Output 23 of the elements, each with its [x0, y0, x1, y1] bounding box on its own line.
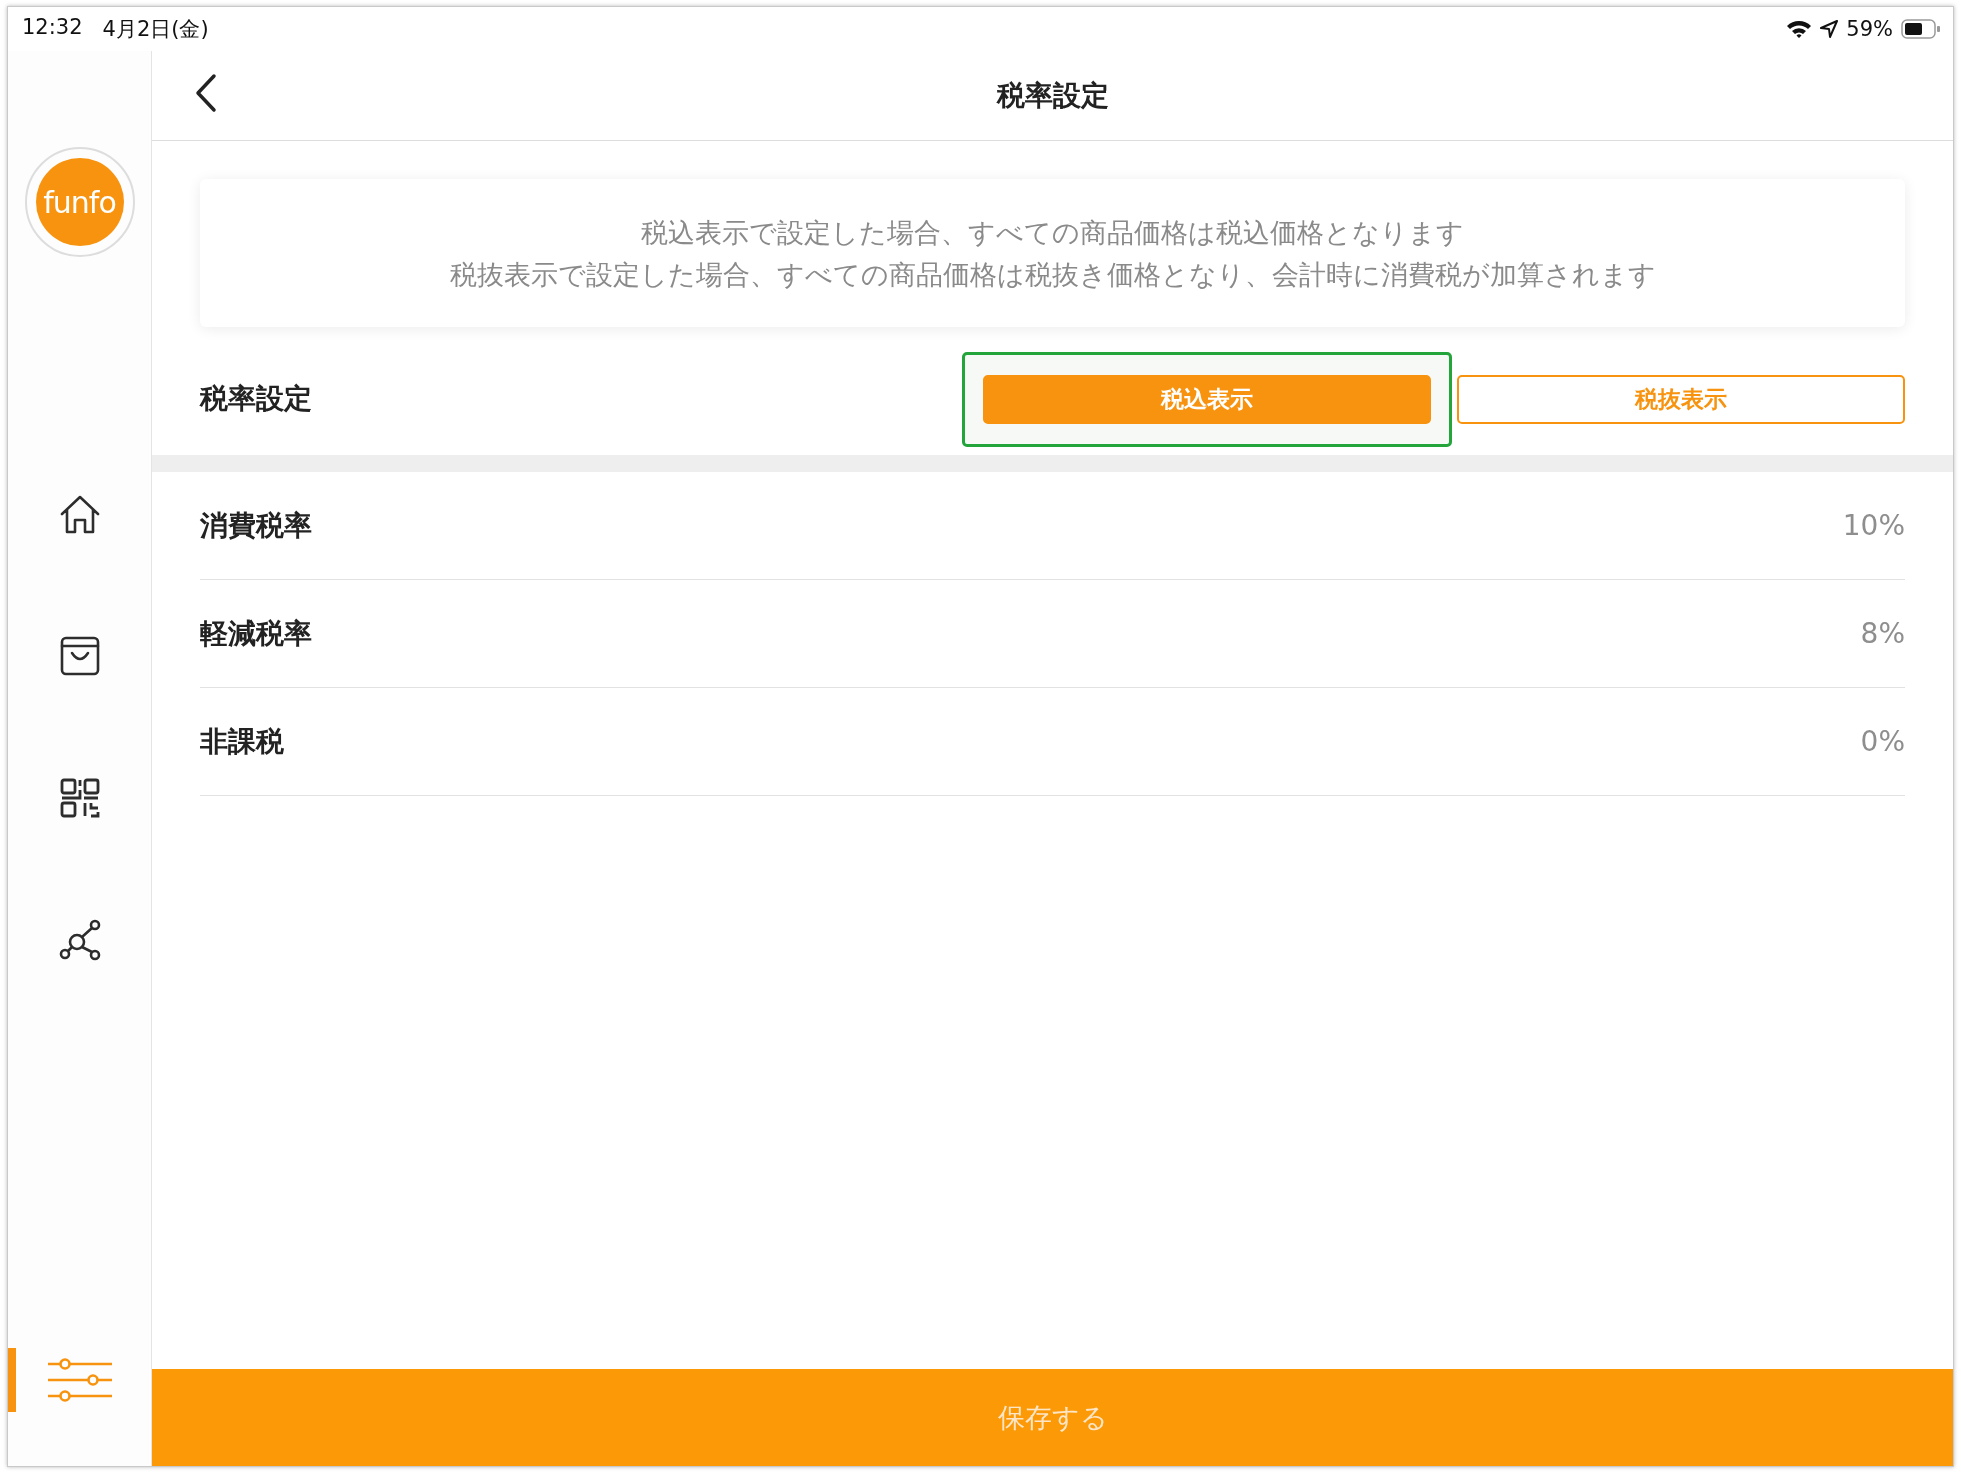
back-icon[interactable]	[194, 73, 218, 113]
rate-value: 0%	[1860, 725, 1905, 758]
save-button[interactable]: 保存する	[152, 1369, 1953, 1466]
status-date: 4月2日(金)	[102, 16, 209, 43]
battery-percentage: 59%	[1846, 17, 1893, 41]
notice-text: 税込表示で設定した場合、すべての商品価格は税込価格となります	[641, 216, 1464, 250]
location-arrow-icon	[1820, 20, 1839, 38]
rate-value: 10%	[1842, 509, 1905, 542]
battery-icon	[1901, 19, 1941, 39]
rate-name: 非課税	[200, 723, 284, 760]
page-title: 税率設定	[996, 77, 1109, 114]
sliders-icon[interactable]	[47, 1358, 112, 1402]
funfo-logo: funfo	[35, 158, 124, 246]
tax-display-option[interactable]: 税込表示	[983, 374, 1431, 424]
status-time: 12:32	[22, 15, 83, 41]
setting-label: 税率設定	[200, 381, 312, 417]
rate-name: 軽減税率	[200, 615, 312, 652]
rate-name: 消費税率	[200, 507, 312, 544]
tax-display-option[interactable]: 税抜表示	[1457, 374, 1905, 424]
rate-value: 8%	[1860, 617, 1905, 650]
network-nodes-icon[interactable]	[57, 918, 102, 962]
notice-text: 税抜表示で設定した場合、すべての商品価格は税抜き価格となり、会計時に消費税が加算されます	[449, 258, 1656, 292]
wifi-icon	[1786, 19, 1813, 39]
